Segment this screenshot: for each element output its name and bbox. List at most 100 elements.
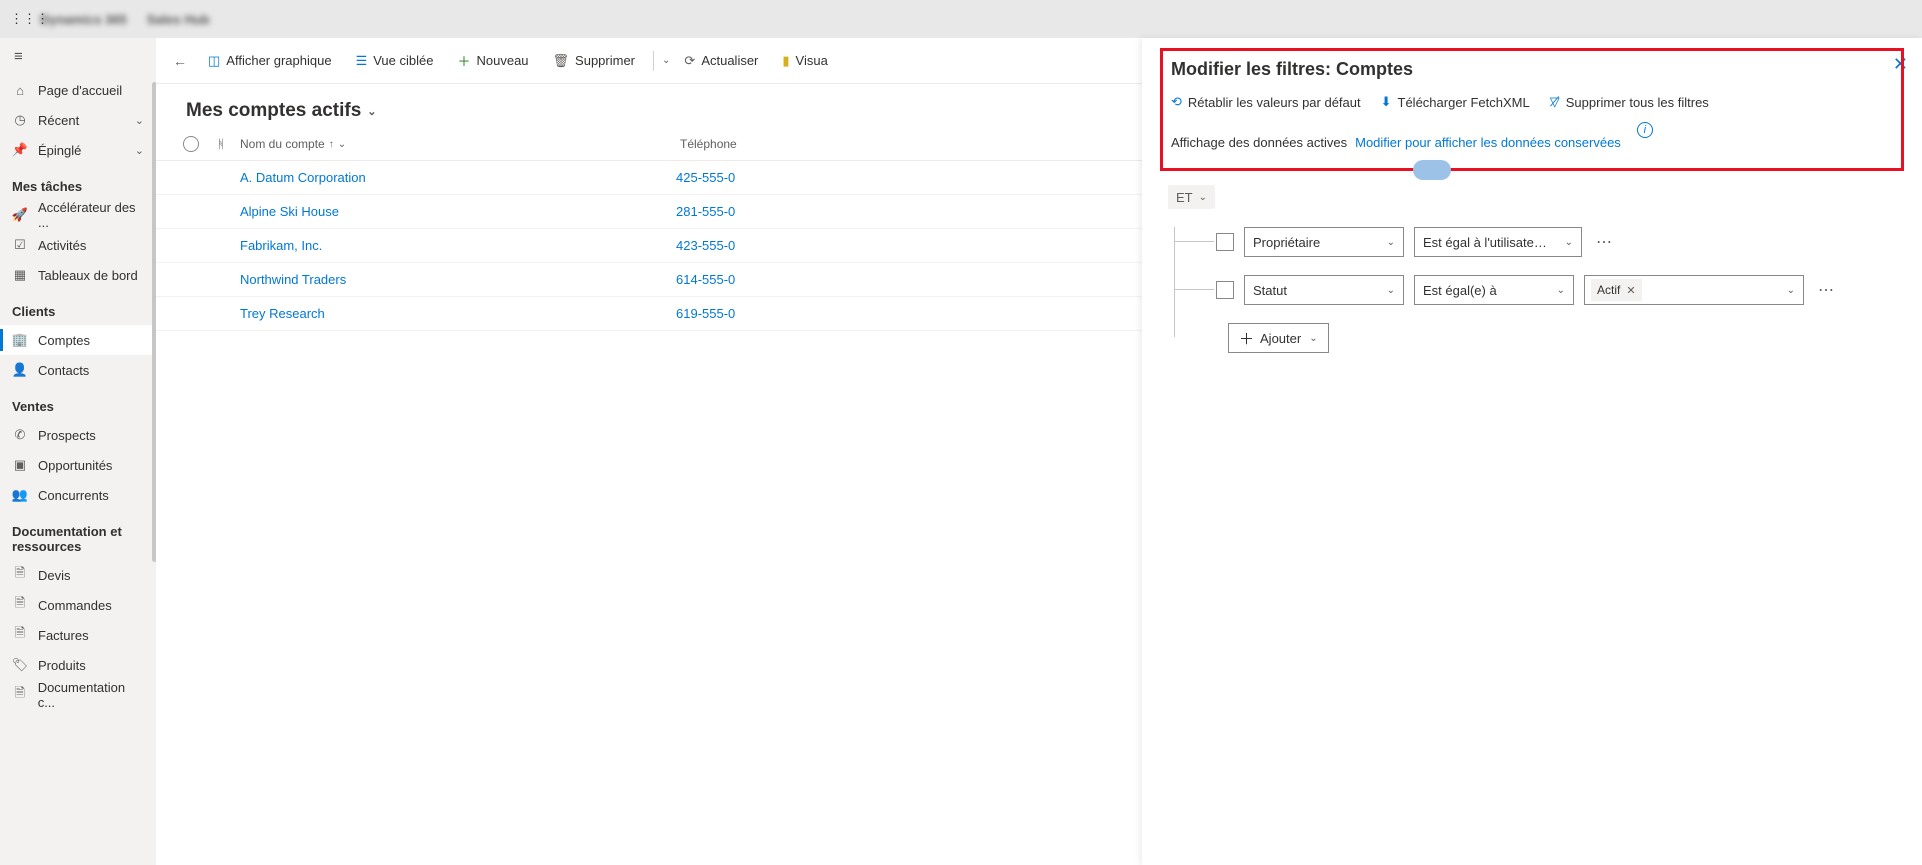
account-link[interactable]: Northwind Traders	[240, 272, 346, 287]
sidebar-item-orders[interactable]: 🗎 Commandes	[0, 590, 156, 620]
account-link[interactable]: A. Datum Corporation	[240, 170, 366, 185]
hamburger-icon[interactable]: ≡	[0, 38, 156, 75]
column-header-tel[interactable]: Téléphone	[676, 137, 816, 151]
account-link[interactable]: Alpine Ski House	[240, 204, 339, 219]
focused-view-button[interactable]: ☰ Vue ciblée	[346, 47, 444, 75]
cell-telephone[interactable]: 423-555-0	[676, 238, 816, 253]
filter-value-input[interactable]: Actif ✕ ⌄	[1584, 275, 1804, 305]
chevron-down-icon: ⌄	[135, 114, 144, 127]
cmd-label: Afficher graphique	[226, 53, 331, 68]
visualize-button[interactable]: ▮ Visua	[772, 47, 837, 75]
sidebar-item-leads[interactable]: ✆ Prospects	[0, 420, 156, 450]
cell-telephone[interactable]: 281-555-0	[676, 204, 816, 219]
column-label: Nom du compte	[240, 137, 325, 151]
sidebar-group-collateral: Documentation et ressources	[0, 510, 156, 560]
task-icon: ☑	[12, 237, 28, 253]
view-title-text: Mes comptes actifs	[186, 100, 361, 122]
new-button[interactable]: ＋ Nouveau	[447, 45, 538, 76]
cell-telephone[interactable]: 619-555-0	[676, 306, 816, 321]
tag-label: Actif	[1597, 283, 1620, 297]
sidebar-item-label: Activités	[38, 238, 86, 253]
chevron-down-icon[interactable]: ⌄	[662, 55, 670, 66]
clear-filters-button[interactable]: ▽̸ Supprimer tous les filtres	[1550, 94, 1709, 110]
more-actions-button[interactable]: ⋯	[1814, 280, 1839, 300]
account-link[interactable]: Fabrikam, Inc.	[240, 238, 322, 253]
refresh-button[interactable]: ⟳ Actualiser	[674, 47, 768, 75]
select-all-checkbox[interactable]	[176, 136, 206, 152]
show-chart-button[interactable]: ◫ Afficher graphique	[198, 47, 342, 75]
cell-telephone[interactable]: 614-555-0	[676, 272, 816, 287]
sidebar-item-home[interactable]: ⌂ Page d'accueil	[0, 75, 156, 105]
money-icon: ▣	[12, 457, 28, 473]
person-icon: 👤	[12, 362, 28, 378]
tag-remove-icon[interactable]: ✕	[1626, 284, 1635, 297]
sidebar-item-label: Documentation c...	[38, 680, 144, 710]
sidebar-item-dashboards[interactable]: ▦ Tableaux de bord	[0, 260, 156, 290]
reset-filters-button[interactable]: ⟲ Rétablir les valeurs par défaut	[1171, 94, 1361, 110]
chevron-down-icon: ⌄	[338, 139, 346, 150]
showing-link[interactable]: Modifier pour afficher les données conse…	[1355, 135, 1621, 150]
select-value: Statut	[1253, 283, 1287, 298]
filter-row-checkbox[interactable]	[1216, 281, 1234, 299]
sidebar-item-products[interactable]: 🏷 Produits	[0, 650, 156, 680]
info-icon[interactable]: i	[1637, 122, 1653, 138]
select-value: Propriétaire	[1253, 235, 1320, 250]
filter-field-select[interactable]: Statut ⌄	[1244, 275, 1404, 305]
highlight-box: Modifier les filtres: Comptes ⟲ Rétablir…	[1160, 48, 1904, 171]
sidebar-item-accounts[interactable]: 🏢 Comptes	[0, 325, 156, 355]
more-actions-button[interactable]: ⋯	[1592, 232, 1617, 252]
chevron-down-icon: ⌄	[1557, 285, 1565, 296]
sidebar-item-label: Opportunités	[38, 458, 112, 473]
account-link[interactable]: Trey Research	[240, 306, 325, 321]
filter-clear-icon: ▽̸	[1550, 94, 1560, 110]
cell-account-name: Alpine Ski House	[236, 204, 676, 219]
sidebar-item-label: Devis	[38, 568, 71, 583]
sidebar-item-accelerator[interactable]: 🚀 Accélérateur des ...	[0, 200, 156, 230]
cmd-label: Rétablir les valeurs par défaut	[1188, 95, 1361, 110]
operator-label: ET	[1176, 190, 1193, 205]
filter-operator-select[interactable]: Est égal(e) à ⌄	[1414, 275, 1574, 305]
cell-telephone[interactable]: 425-555-0	[676, 170, 816, 185]
chart-icon: ◫	[208, 53, 220, 69]
cmd-label: Visua	[796, 53, 828, 68]
hierarchy-icon[interactable]: ᚻ	[206, 137, 236, 151]
phone-icon: ✆	[12, 427, 28, 443]
back-button[interactable]: ←	[166, 53, 194, 69]
trash-icon: 🗑	[553, 53, 570, 69]
sidebar-item-pinned[interactable]: 📌 Épinglé ⌄	[0, 135, 156, 165]
app-area: Sales Hub	[147, 12, 210, 27]
waffle-icon[interactable]: ⋮⋮⋮	[10, 11, 30, 27]
filter-reset-icon: ⟲	[1171, 94, 1182, 110]
sidebar-item-contacts[interactable]: 👤 Contacts	[0, 355, 156, 385]
sidebar-item-competitors[interactable]: 👥 Concurrents	[0, 480, 156, 510]
filter-field-select[interactable]: Propriétaire ⌄	[1244, 227, 1404, 257]
delete-button[interactable]: 🗑 Supprimer	[543, 47, 645, 75]
filter-operator-select[interactable]: Est égal à l'utilisateur ac... ⌄	[1414, 227, 1582, 257]
sidebar-item-opportunities[interactable]: ▣ Opportunités	[0, 450, 156, 480]
sidebar-item-recent[interactable]: ◷ Récent ⌄	[0, 105, 156, 135]
filter-drawer: ✕ Modifier les filtres: Comptes ⟲ Rétabl…	[1142, 38, 1922, 865]
sidebar-item-quotes[interactable]: 🗎 Devis	[0, 560, 156, 590]
sidebar-item-label: Épinglé	[38, 143, 81, 158]
content-area: ← ◫ Afficher graphique ☰ Vue ciblée ＋ No…	[156, 38, 1922, 865]
chart-bar-icon: ▮	[782, 53, 789, 69]
add-filter-button[interactable]: ＋ Ajouter ⌄	[1228, 323, 1329, 353]
doc-icon: 🗎	[12, 594, 28, 616]
sidebar-item-invoices[interactable]: 🗎 Factures	[0, 620, 156, 650]
sidebar-group-clients: Clients	[0, 290, 156, 325]
sidebar-item-saleslit[interactable]: 🗎 Documentation c...	[0, 680, 156, 710]
column-header-name[interactable]: Nom du compte ↑ ⌄	[236, 137, 676, 151]
cmd-label: Supprimer tous les filtres	[1566, 95, 1709, 110]
column-label: Téléphone	[680, 137, 737, 151]
doc-icon: 🗎	[12, 564, 28, 586]
left-sidebar: ≡ ⌂ Page d'accueil ◷ Récent ⌄ 📌 Épinglé …	[0, 38, 156, 865]
download-fetchxml-button[interactable]: ⬇ Télécharger FetchXML	[1381, 94, 1530, 110]
sidebar-item-activities[interactable]: ☑ Activités	[0, 230, 156, 260]
select-value: Est égal(e) à	[1423, 283, 1497, 298]
select-value: Est égal à l'utilisateur ac...	[1423, 235, 1553, 250]
filter-row-checkbox[interactable]	[1216, 233, 1234, 251]
showing-text: Affichage des données actives	[1171, 135, 1347, 150]
building-icon: 🏢	[12, 332, 28, 348]
home-icon: ⌂	[12, 83, 28, 98]
group-operator-chip[interactable]: ET ⌄	[1168, 185, 1215, 209]
